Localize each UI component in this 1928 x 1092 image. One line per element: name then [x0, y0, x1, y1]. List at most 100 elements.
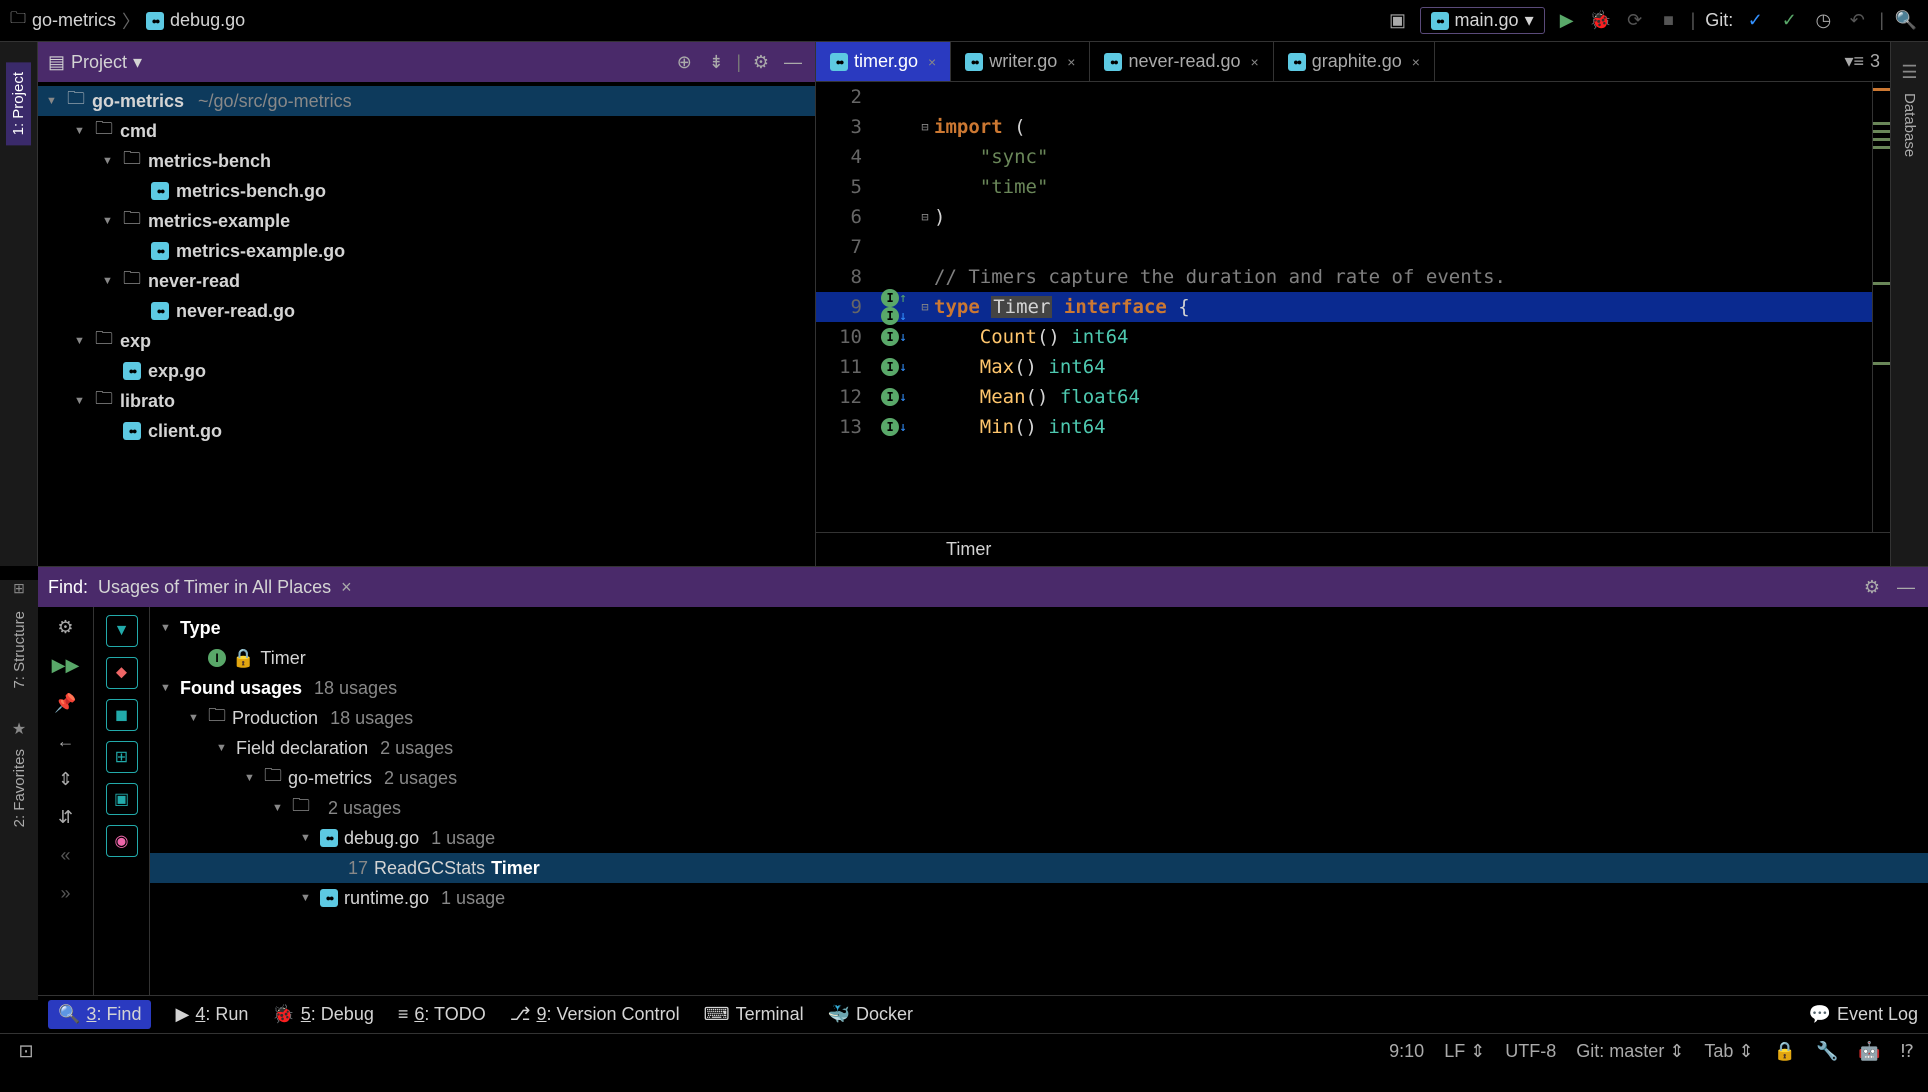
tree-arrow-icon[interactable]: ▼ [160, 622, 174, 634]
find-result-row[interactable]: 17ReadGCStats Timer [150, 853, 1928, 883]
back-icon[interactable]: ← [54, 729, 78, 753]
tree-arrow-icon[interactable]: ▼ [46, 95, 60, 107]
indent-setting[interactable]: Tab ⇕ [1704, 1041, 1753, 1062]
find-result-row[interactable]: ▼🗀Production18 usages [150, 703, 1928, 733]
tree-arrow-icon[interactable]: ▼ [272, 802, 286, 814]
find-results-tree[interactable]: ▼TypeI🔒Timer▼Found usages18 usages▼🗀Prod… [150, 607, 1928, 995]
breadcrumb-root[interactable]: go-metrics [32, 10, 116, 31]
vcs-commit-button[interactable]: ✓ [1777, 9, 1801, 33]
prev-icon[interactable]: « [54, 843, 78, 867]
database-icon[interactable]: ☰ [1901, 62, 1917, 83]
tree-row[interactable]: ▼🗀cmd [38, 116, 815, 146]
settings-icon[interactable]: ⚙ [749, 50, 773, 74]
find-result-row[interactable]: ▼🗀2 usages [150, 793, 1928, 823]
line-separator[interactable]: LF ⇕ [1444, 1041, 1485, 1062]
gutter-annotation[interactable]: I↓ [872, 358, 916, 376]
tree-arrow-icon[interactable]: ▼ [74, 395, 88, 407]
vcs-history-button[interactable]: ◷ [1811, 9, 1835, 33]
gutter-annotation[interactable]: I↓ [872, 388, 916, 406]
gutter-annotation[interactable]: I↑ I↓ [872, 289, 916, 325]
code-line[interactable]: 2 [816, 82, 1872, 112]
close-icon[interactable]: × [341, 577, 352, 598]
search-everywhere-button[interactable]: 🔍 [1894, 9, 1918, 33]
code-text[interactable]: // Timers capture the duration and rate … [934, 266, 1872, 288]
locate-button[interactable]: ⊕ [672, 50, 696, 74]
find-result-row[interactable]: ▼Found usages18 usages [150, 673, 1928, 703]
run-config-selector[interactable]: main.go ▾ [1420, 7, 1545, 34]
code-line[interactable]: 6⊟) [816, 202, 1872, 232]
fold-icon[interactable]: ⊟ [916, 210, 934, 224]
find-result-row[interactable]: ▼🗀go-metrics2 usages [150, 763, 1928, 793]
group-file-icon[interactable]: ◉ [106, 825, 138, 857]
code-text[interactable]: Min() int64 [934, 416, 1872, 438]
wrench-icon[interactable]: 🔧 [1816, 1041, 1838, 1062]
bottom-tool-button[interactable]: ⌨Terminal [704, 1004, 804, 1025]
code-line[interactable]: 13I↓ Min() int64 [816, 412, 1872, 442]
filter-icon[interactable]: ▼ [106, 615, 138, 647]
tree-row[interactable]: ▼🗀go-metrics~/go/src/go-metrics [38, 86, 815, 116]
code-line[interactable]: 9I↑ I↓ ⊟type Timer interface { [816, 292, 1872, 322]
tree-arrow-icon[interactable]: ▼ [160, 682, 174, 694]
find-result-row[interactable]: I🔒Timer [150, 643, 1928, 673]
code-line[interactable]: 11I↓ Max() int64 [816, 352, 1872, 382]
group-module-icon[interactable]: ⊞ [106, 741, 138, 773]
tree-arrow-icon[interactable]: ▼ [102, 155, 116, 167]
project-tree[interactable]: ▼🗀go-metrics~/go/src/go-metrics▼🗀cmd▼🗀me… [38, 82, 815, 566]
rerun-button[interactable]: ▶▶ [54, 653, 78, 677]
vcs-revert-button[interactable]: ↶ [1845, 9, 1869, 33]
tool-windows-icon[interactable]: ⊡ [14, 1040, 38, 1064]
code-text[interactable]: Count() int64 [934, 326, 1872, 348]
fold-icon[interactable]: ⊟ [916, 300, 934, 314]
collapse-icon[interactable]: ⇵ [54, 805, 78, 829]
pin-icon[interactable]: 📌 [54, 691, 78, 715]
gear-icon[interactable]: ⚙ [54, 615, 78, 639]
gutter-annotation[interactable]: I↓ [872, 418, 916, 436]
tree-row[interactable]: metrics-bench.go [38, 176, 815, 206]
tree-arrow-icon[interactable]: ▼ [102, 215, 116, 227]
tree-row[interactable]: client.go [38, 416, 815, 446]
tree-row[interactable]: never-read.go [38, 296, 815, 326]
hide-button[interactable]: — [1894, 575, 1918, 599]
find-result-row[interactable]: ▼Field declaration2 usages [150, 733, 1928, 763]
editor-tab[interactable]: timer.go× [816, 42, 951, 81]
editor-tab[interactable]: writer.go× [951, 42, 1090, 81]
tool-tab-database[interactable]: Database [1897, 83, 1922, 167]
find-result-row[interactable]: ▼runtime.go1 usage [150, 883, 1928, 913]
project-panel-title[interactable]: Project [71, 52, 127, 73]
collapse-button[interactable]: ⇟ [704, 50, 728, 74]
code-line[interactable]: 5 "time" [816, 172, 1872, 202]
close-icon[interactable]: × [928, 54, 936, 70]
group-package-icon[interactable]: ▣ [106, 783, 138, 815]
expand-icon[interactable]: ⇕ [54, 767, 78, 791]
code-text[interactable]: type Timer interface { [934, 296, 1872, 318]
bottom-tool-button[interactable]: 🐳Docker [828, 1004, 913, 1025]
code-text[interactable]: ) [934, 206, 1872, 228]
mascot-icon[interactable]: 🤖 [1858, 1041, 1880, 1062]
tree-row[interactable]: metrics-example.go [38, 236, 815, 266]
tool-tab-structure[interactable]: 7: Structure [7, 601, 32, 699]
tree-arrow-icon[interactable]: ▼ [244, 772, 258, 784]
bottom-tool-button[interactable]: 🔍3: Find [48, 1000, 151, 1029]
close-icon[interactable]: × [1067, 54, 1075, 70]
vcs-update-button[interactable]: ✓ [1743, 9, 1767, 33]
tool-tab-favorites[interactable]: 2: Favorites [7, 739, 32, 837]
editor-tab[interactable]: never-read.go× [1090, 42, 1273, 81]
tree-arrow-icon[interactable]: ▼ [74, 125, 88, 137]
code-line[interactable]: 8// Timers capture the duration and rate… [816, 262, 1872, 292]
code-content[interactable]: 23⊟import (4 "sync"5 "time"6⊟)78// Timer… [816, 82, 1872, 532]
breadcrumb-file[interactable]: debug.go [170, 10, 245, 31]
code-line[interactable]: 4 "sync" [816, 142, 1872, 172]
tree-arrow-icon[interactable]: ▼ [300, 892, 314, 904]
git-branch[interactable]: Git: master ⇕ [1576, 1041, 1684, 1062]
lock-icon[interactable]: 🔒 [1774, 1041, 1796, 1062]
chevron-down-icon[interactable]: ▾ [133, 52, 142, 73]
editor-body[interactable]: 23⊟import (4 "sync"5 "time"6⊟)78// Timer… [816, 82, 1890, 532]
close-icon[interactable]: × [1412, 54, 1420, 70]
tree-arrow-icon[interactable]: ▼ [102, 275, 116, 287]
caret-position[interactable]: 9:10 [1389, 1041, 1424, 1062]
bottom-tool-button[interactable]: 🐞5: Debug [272, 1004, 373, 1025]
group-read-icon[interactable]: ⬥ [106, 657, 138, 689]
tree-row[interactable]: ▼🗀never-read [38, 266, 815, 296]
editor-breadcrumb[interactable]: Timer [946, 539, 991, 560]
stop-button[interactable]: ■ [1657, 9, 1681, 33]
